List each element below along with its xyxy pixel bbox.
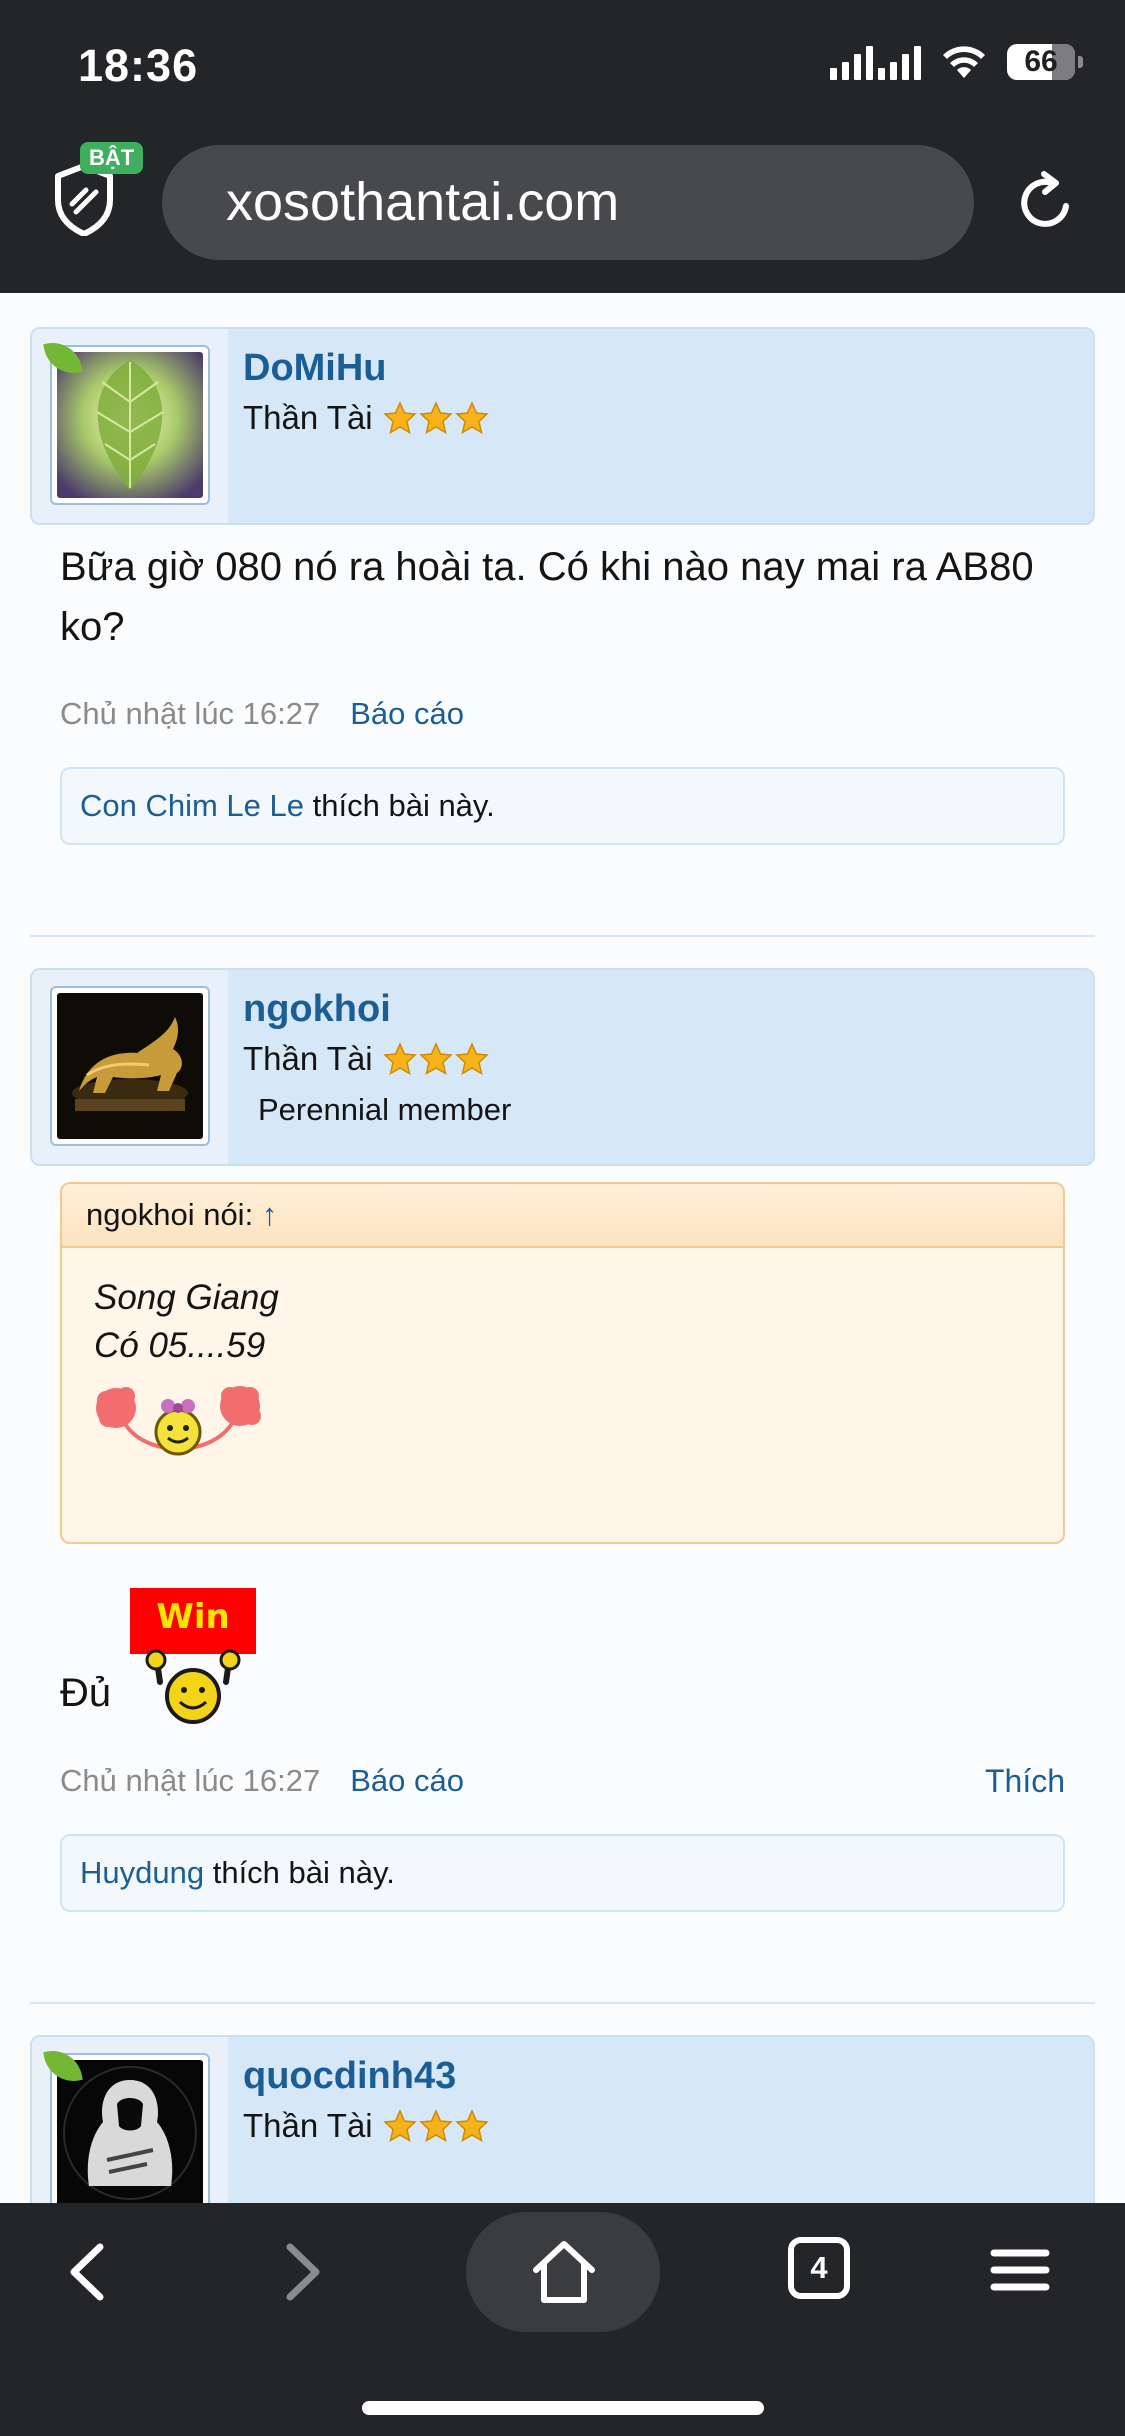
like-button[interactable]: Thích — [985, 1763, 1065, 1800]
browser-top-bar: 18:36 66 BẬT xosothantai.com — [0, 0, 1125, 293]
home-button[interactable] — [466, 2212, 660, 2332]
post-author-bar: ngokhoi Thần Tài Perennial member — [30, 968, 1095, 1166]
quote-author: ngokhoi nói: — [86, 1197, 254, 1232]
username-link[interactable]: ngokhoi — [243, 988, 391, 1031]
status-time: 18:36 — [78, 40, 199, 91]
battery-percent: 66 — [1024, 45, 1058, 78]
liker-link[interactable]: Huydung — [80, 1855, 204, 1890]
status-icons: 66 — [830, 44, 1083, 80]
likes-text: thích bài này. — [312, 788, 495, 823]
post-author-bar: DoMiHu Thần Tài — [30, 327, 1095, 525]
tabs-button[interactable]: 4 — [786, 2235, 852, 2301]
wifi-icon — [941, 44, 987, 80]
rank-stars-icon — [382, 401, 489, 435]
user-rank: Thần Tài — [243, 1040, 489, 1078]
menu-icon[interactable] — [990, 2247, 1050, 2298]
forum-thread: DoMiHu Thần Tài Bữa giờ 080 nó ra hoài t… — [0, 293, 1125, 2203]
report-link[interactable]: Báo cáo — [350, 1763, 464, 1799]
quote-line: Song Giang — [94, 1278, 279, 1317]
likes-summary: Huydung thích bài này. — [60, 1834, 1065, 1912]
user-title: Perennial member — [258, 1092, 512, 1127]
avatar[interactable] — [50, 986, 210, 1146]
username-link[interactable]: quocdinh43 — [243, 2055, 456, 2098]
likes-text: thích bài này. — [212, 1855, 395, 1890]
likes-summary: Con Chim Le Le thích bài này. — [60, 767, 1065, 845]
quote-line: Có 05....59 — [94, 1326, 266, 1365]
pom-pom-smiley-icon — [94, 1378, 1063, 1481]
cellular-signal-icon — [830, 44, 921, 80]
user-rank: Thần Tài — [243, 399, 489, 437]
browser-bottom-toolbar: 4 — [0, 2203, 1125, 2436]
post-divider — [30, 2002, 1095, 2004]
post-meta: Chủ nhật lúc 16:27 Báo cáo — [60, 1763, 464, 1799]
report-link[interactable]: Báo cáo — [350, 696, 464, 732]
post-date: Chủ nhật lúc 16:27 — [60, 696, 321, 731]
username-link[interactable]: DoMiHu — [243, 347, 387, 390]
back-icon[interactable] — [62, 2241, 112, 2308]
shield-status-badge: BẬT — [80, 142, 144, 174]
post-author-bar: quocdinh43 Thần Tài — [30, 2035, 1095, 2203]
rank-stars-icon — [382, 2109, 489, 2143]
quote-body: Song Giang Có 05....59 — [62, 1248, 1063, 1481]
post-divider — [30, 935, 1095, 937]
battery-icon: 66 — [1007, 44, 1083, 80]
post-date: Chủ nhật lúc 16:27 — [60, 1763, 321, 1798]
user-rank: Thần Tài — [243, 2107, 489, 2145]
win-sign-smiley-icon: Win — [130, 1588, 260, 1733]
post-message: Bữa giờ 080 nó ra hoài ta. Có khi nào na… — [60, 545, 1034, 649]
svg-text:Win: Win — [156, 1597, 229, 1637]
home-icon — [530, 2238, 598, 2311]
quote-jump-arrow-icon[interactable]: ↑ — [262, 1197, 278, 1232]
liker-link[interactable]: Con Chim Le Le — [80, 788, 304, 823]
reload-icon[interactable] — [1014, 170, 1078, 234]
tab-count: 4 — [810, 2250, 828, 2285]
rank-stars-icon — [382, 1042, 489, 1076]
forward-icon[interactable] — [278, 2241, 328, 2308]
quote-block: ngokhoi nói: ↑ Song Giang Có 05....59 — [60, 1182, 1065, 1544]
address-bar[interactable]: xosothantai.com — [162, 145, 974, 260]
home-indicator[interactable] — [362, 2401, 764, 2415]
quote-header: ngokhoi nói: ↑ — [62, 1184, 1063, 1248]
url-text[interactable]: xosothantai.com — [226, 145, 619, 260]
post-meta: Chủ nhật lúc 16:27 Báo cáo — [60, 696, 464, 732]
